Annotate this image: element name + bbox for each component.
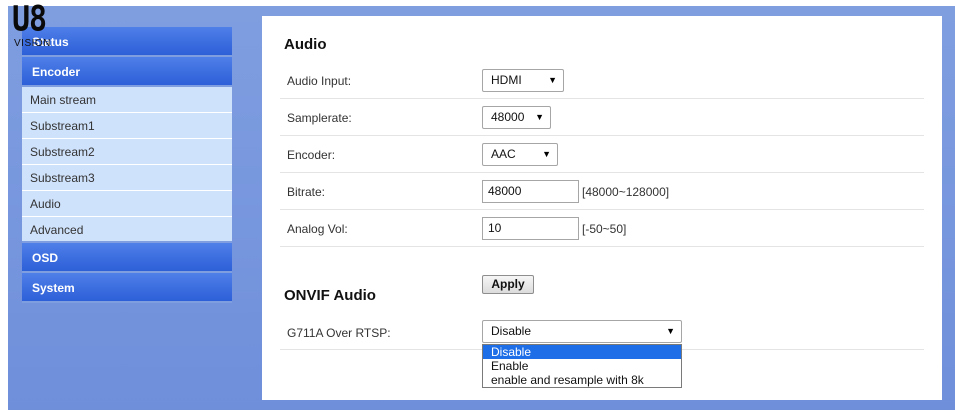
analog-vol-label: Analog Vol:: [287, 222, 348, 236]
samplerate-value: 48000: [491, 110, 525, 124]
onvif-section-title: ONVIF Audio: [284, 287, 376, 304]
nav-advanced[interactable]: Advanced: [22, 217, 232, 243]
bitrate-label: Bitrate:: [287, 185, 326, 199]
nav-main-stream[interactable]: Main stream: [22, 87, 232, 113]
chevron-down-icon: ▼: [535, 112, 544, 122]
analog-vol-input[interactable]: 10: [482, 217, 579, 240]
bitrate-row: Bitrate: 48000 [48000~128000]: [280, 173, 924, 210]
audio-input-row: Audio Input: HDMI ▼: [280, 62, 924, 99]
nav-status[interactable]: Status: [22, 27, 232, 57]
logo-subtext: VISION: [14, 38, 51, 49]
option-disable[interactable]: Disable: [483, 345, 681, 359]
nav-osd[interactable]: OSD: [22, 243, 232, 273]
encoder-row: Encoder: AAC ▼: [280, 136, 924, 173]
chevron-down-icon: ▼: [666, 326, 675, 336]
nav-encoder[interactable]: Encoder: [22, 57, 232, 87]
audio-section-title: Audio: [284, 36, 327, 53]
audio-input-label: Audio Input:: [287, 74, 352, 88]
samplerate-label: Samplerate:: [287, 111, 352, 125]
encoder-select[interactable]: AAC ▼: [482, 143, 558, 166]
nav-substream1[interactable]: Substream1: [22, 113, 232, 139]
nav-audio[interactable]: Audio: [22, 191, 232, 217]
g711a-label: G711A Over RTSP:: [287, 326, 391, 340]
samplerate-row: Samplerate: 48000 ▼: [280, 99, 924, 136]
bitrate-range: [48000~128000]: [582, 185, 670, 199]
analog-vol-row: Analog Vol: 10 [-50~50]: [280, 210, 924, 247]
analog-vol-range: [-50~50]: [582, 222, 627, 236]
nav-substream2[interactable]: Substream2: [22, 139, 232, 165]
option-enable-resample-8k[interactable]: enable and resample with 8k: [483, 373, 681, 387]
logo: U8 VISION: [12, 2, 50, 49]
chevron-down-icon: ▼: [542, 149, 551, 159]
audio-input-value: HDMI: [491, 73, 522, 87]
chevron-down-icon: ▼: [548, 75, 557, 85]
apply-button[interactable]: Apply: [482, 275, 534, 294]
samplerate-select[interactable]: 48000 ▼: [482, 106, 551, 129]
g711a-dropdown: Disable Enable enable and resample with …: [482, 344, 682, 388]
bitrate-input[interactable]: 48000: [482, 180, 579, 203]
g711a-value: Disable: [491, 324, 532, 338]
encoder-value: AAC: [491, 147, 516, 161]
audio-input-select[interactable]: HDMI ▼: [482, 69, 564, 92]
sidebar: Status Encoder Main stream Substream1 Su…: [22, 27, 232, 303]
option-enable[interactable]: Enable: [483, 359, 681, 373]
nav-substream3[interactable]: Substream3: [22, 165, 232, 191]
content-panel: Audio Audio Input: HDMI ▼ Samplerate: 48…: [262, 16, 942, 400]
nav-system[interactable]: System: [22, 273, 232, 303]
logo-text: U8: [12, 0, 47, 40]
g711a-select[interactable]: Disable ▼: [482, 320, 682, 343]
encoder-label: Encoder:: [287, 148, 336, 162]
